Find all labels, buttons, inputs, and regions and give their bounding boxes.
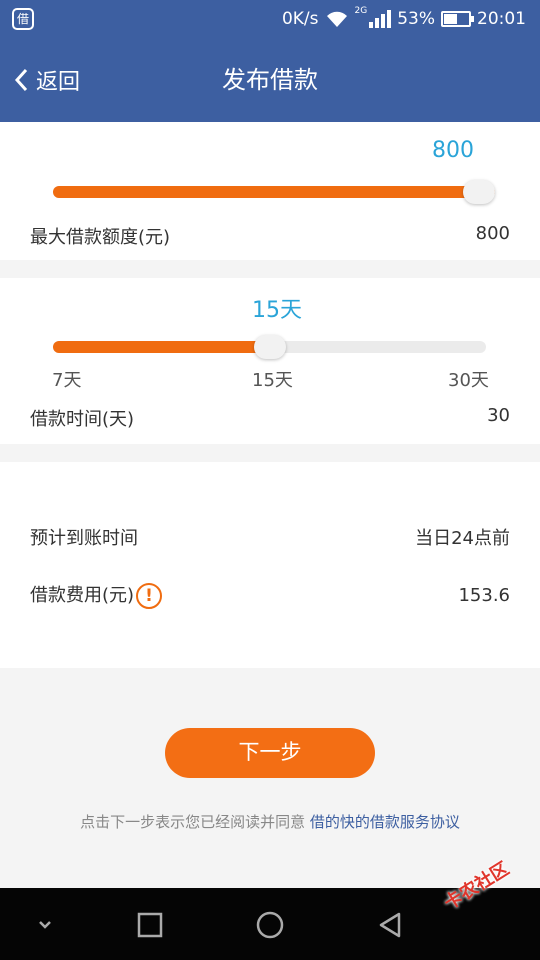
recents-icon[interactable] <box>135 910 165 940</box>
term-slider-value: 15天 <box>252 298 302 323</box>
status-bar: 借 0K/s 2G 53% 20:01 <box>0 0 540 38</box>
signal-icon <box>369 10 392 28</box>
amount-slider-value: 800 <box>432 138 474 163</box>
term-card: 15天 7天 15天 30天 借款时间(天) 30 <box>0 278 540 444</box>
battery-icon <box>441 11 474 27</box>
page-title: 发布借款 <box>222 66 318 94</box>
loan-fee-row: 借款费用(元)! <box>30 581 163 609</box>
network-type: 2G <box>354 6 368 16</box>
max-amount-value: 800 <box>475 223 510 244</box>
arrival-time-label: 预计到账时间 <box>30 528 138 549</box>
agreement-text: 点击下一步表示您已经阅读并同意 借的快的借款服务协议 <box>0 811 540 832</box>
loan-fee-value: 153.6 <box>458 585 510 606</box>
term-slider-fill <box>53 341 270 353</box>
next-step-button[interactable]: 下一步 <box>165 728 375 778</box>
term-slider-thumb[interactable] <box>254 335 286 359</box>
amount-slider-thumb[interactable] <box>463 180 495 204</box>
amount-slider[interactable] <box>53 180 495 204</box>
info-warning-icon[interactable]: ! <box>136 583 163 609</box>
arrival-time-value: 当日24点前 <box>415 528 510 549</box>
amount-slider-fill <box>53 186 495 198</box>
summary-card: 预计到账时间 当日24点前 借款费用(元)! 153.6 <box>0 462 540 668</box>
loan-term-label: 借款时间(天) <box>30 409 135 430</box>
status-bar-right: 0K/s 2G 53% 20:01 <box>282 0 526 38</box>
app-notification-icon: 借 <box>12 8 34 30</box>
home-icon[interactable] <box>255 910 285 940</box>
agreement-prefix: 点击下一步表示您已经阅读并同意 <box>80 813 306 831</box>
loan-fee-label: 借款费用(元) <box>30 585 135 606</box>
net-speed: 0K/s <box>281 9 319 29</box>
agreement-link[interactable]: 借的快的借款服务协议 <box>310 813 460 831</box>
max-amount-label: 最大借款额度(元) <box>30 227 171 248</box>
term-tick-mid: 15天 <box>252 370 293 391</box>
amount-card: 800 最大借款额度(元) 800 <box>0 122 540 260</box>
term-tick-min: 7天 <box>52 370 82 391</box>
term-slider[interactable] <box>53 335 486 359</box>
chevron-down-icon[interactable] <box>30 910 60 940</box>
battery-percent: 53% <box>397 9 435 29</box>
wifi-icon <box>326 11 347 27</box>
back-triangle-icon[interactable] <box>375 910 405 940</box>
loan-term-value: 30 <box>487 405 510 426</box>
term-tick-max: 30天 <box>448 370 489 391</box>
clock: 20:01 <box>477 9 526 29</box>
nav-bar: 返回 发布借款 <box>0 38 540 122</box>
